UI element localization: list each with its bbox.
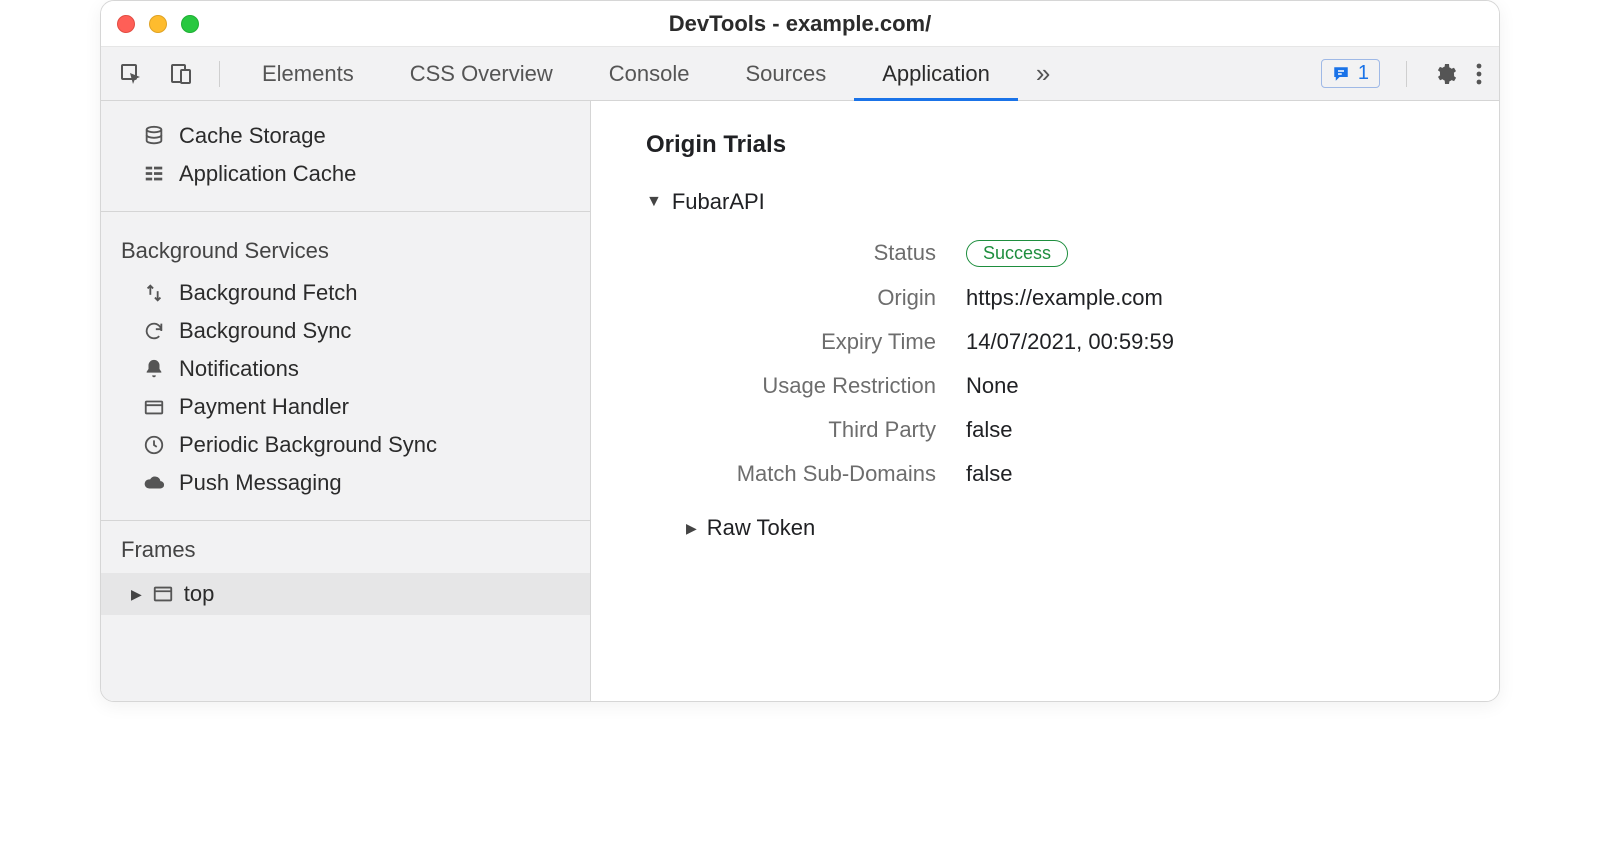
sidebar-item-notifications[interactable]: Notifications [101,350,590,388]
frame-label: top [184,581,215,607]
fetch-icon [141,282,167,304]
sidebar-item-application-cache[interactable]: Application Cache [101,155,590,193]
devtools-window: DevTools - example.com/ Elements CSS Ove… [100,0,1500,702]
sidebar-item-label: Background Fetch [179,280,358,306]
issues-button[interactable]: 1 [1321,59,1380,88]
close-window-button[interactable] [117,15,135,33]
origin-value: https://example.com [966,285,1163,311]
gear-icon [1433,62,1457,86]
status-label: Status [646,240,966,266]
inspect-element-button[interactable] [111,56,151,92]
database-icon [141,125,167,147]
more-tabs-button[interactable]: » [1018,47,1068,101]
cloud-icon [141,472,167,494]
third-party-label: Third Party [646,417,966,443]
disclosure-triangle-icon: ▶ [686,520,697,537]
tab-sources[interactable]: Sources [717,47,854,101]
zoom-window-button[interactable] [181,15,199,33]
minimize-window-button[interactable] [149,15,167,33]
traffic-lights [117,15,199,33]
sidebar-item-label: Periodic Background Sync [179,432,437,458]
sidebar-section-frames[interactable]: Frames [101,521,590,573]
window-icon [152,583,174,605]
feedback-icon [1332,65,1350,83]
issues-count: 1 [1358,62,1369,85]
match-subdomains-value: false [966,461,1012,487]
sidebar-item-periodic-background-sync[interactable]: Periodic Background Sync [101,426,590,464]
status-badge: Success [966,240,1068,267]
tab-application[interactable]: Application [854,47,1018,101]
trial-name: FubarAPI [672,189,765,215]
application-sidebar: Cache Storage Application Cache Backgrou… [101,101,591,701]
expiry-value: 14/07/2021, 00:59:59 [966,329,1174,355]
sidebar-item-label: Application Cache [179,161,356,187]
tab-elements[interactable]: Elements [234,47,382,101]
usage-restriction-label: Usage Restriction [646,373,966,399]
more-options-button[interactable] [1475,62,1483,86]
raw-token-label: Raw Token [707,515,815,541]
trial-disclosure[interactable]: ▼ FubarAPI [646,189,1459,215]
sidebar-item-background-fetch[interactable]: Background Fetch [101,274,590,312]
sidebar-item-cache-storage[interactable]: Cache Storage [101,117,590,155]
sidebar-item-label: Notifications [179,356,299,382]
separator [219,61,220,87]
sidebar-item-push-messaging[interactable]: Push Messaging [101,464,590,502]
credit-card-icon [141,396,167,418]
expiry-label: Expiry Time [646,329,966,355]
tab-css-overview[interactable]: CSS Overview [382,47,581,101]
match-subdomains-label: Match Sub-Domains [646,461,966,487]
sidebar-item-payment-handler[interactable]: Payment Handler [101,388,590,426]
raw-token-disclosure[interactable]: ▶ Raw Token [686,515,1459,541]
window-title: DevTools - example.com/ [101,11,1499,37]
grid-icon [141,163,167,185]
disclosure-triangle-icon: ▼ [646,193,662,211]
sidebar-item-label: Payment Handler [179,394,349,420]
device-toolbar-button[interactable] [161,56,201,92]
third-party-value: false [966,417,1012,443]
sidebar-item-background-sync[interactable]: Background Sync [101,312,590,350]
bell-icon [141,358,167,380]
sidebar-item-frame-top[interactable]: ▶ top [101,573,590,615]
usage-restriction-value: None [966,373,1019,399]
sidebar-item-label: Cache Storage [179,123,326,149]
origin-trials-panel: Origin Trials ▼ FubarAPI Status Success … [591,101,1499,701]
clock-icon [141,434,167,456]
sidebar-item-label: Background Sync [179,318,351,344]
panel-heading: Origin Trials [646,131,1459,159]
sync-icon [141,320,167,342]
tabbar: Elements CSS Overview Console Sources Ap… [101,47,1499,101]
titlebar: DevTools - example.com/ [101,1,1499,47]
settings-button[interactable] [1433,62,1457,86]
sidebar-item-label: Push Messaging [179,470,342,496]
sidebar-section-background-services[interactable]: Background Services [101,222,590,274]
origin-label: Origin [646,285,966,311]
disclosure-triangle-icon: ▶ [131,586,142,603]
tab-console[interactable]: Console [581,47,718,101]
kebab-icon [1475,62,1483,86]
separator [1406,61,1407,87]
